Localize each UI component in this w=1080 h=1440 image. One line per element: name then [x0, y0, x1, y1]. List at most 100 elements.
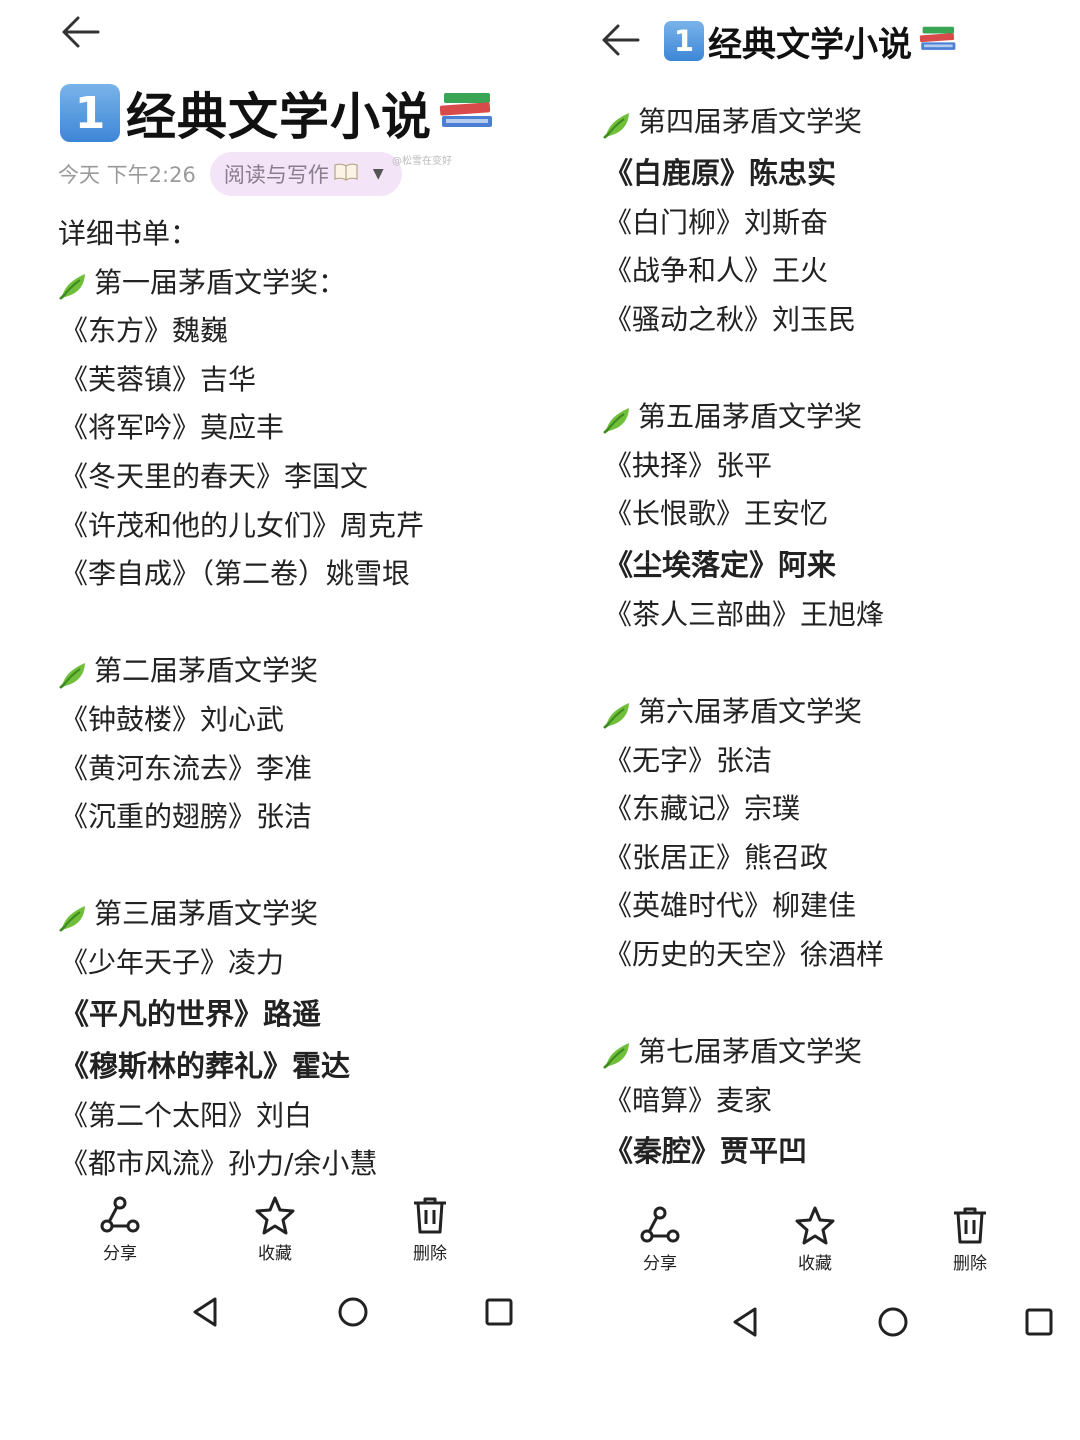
star-icon: [255, 1196, 295, 1235]
bottom-toolbar: 分享 收藏 删除: [0, 1195, 540, 1285]
book-item: 《茶人三部曲》王旭烽: [604, 597, 885, 631]
nav-recents-icon[interactable]: [1024, 1305, 1054, 1343]
book-item: 《黄河东流去》李准: [60, 751, 313, 785]
left-screen: 1 经典文学小说 今天 下午2:26 阅读与写作 ▼ @松雪在变好 详细书单： …: [0, 0, 540, 1440]
watermark: @松雪在变好: [392, 156, 452, 167]
book-item: 《沉重的翅膀》张洁: [60, 800, 313, 834]
nav-recents-icon[interactable]: [484, 1295, 514, 1333]
favorite-label: 收藏: [258, 1244, 292, 1264]
book-item: 《东藏记》宗璞: [604, 792, 801, 826]
book-list: 第四届茅盾文学奖 《白鹿原》陈忠实 《白门柳》刘斯奋 《战争和人》王火 《骚动之秋》刘玉…: [602, 98, 1070, 1177]
nav-home-icon[interactable]: [337, 1295, 369, 1333]
award-heading: 第六届茅盾文学奖: [602, 688, 1070, 737]
note-title: 1 经典文学小说: [60, 78, 498, 148]
back-arrow-icon[interactable]: [58, 12, 102, 52]
favorite-label: 收藏: [798, 1254, 832, 1274]
nav-back-icon[interactable]: [190, 1295, 220, 1333]
book-item: 《钟鼓楼》刘心武: [60, 702, 285, 736]
book-item: 《冬天里的春天》李国文: [60, 459, 369, 493]
note-body: 详细书单： 第一届茅盾文学奖： 《东方》魏巍 《芙蓉镇》吉华 《将军吟》莫应丰《冬天里…: [58, 210, 530, 1189]
delete-button[interactable]: 删除: [385, 1195, 475, 1264]
book-item: 《历史的天空》徐酒样: [604, 937, 885, 971]
award-heading-text: 第六届茅盾文学奖: [638, 694, 863, 728]
book-item: 《少年天子》凌力: [60, 945, 285, 979]
star-icon: [795, 1206, 835, 1245]
share-icon: [100, 1196, 140, 1233]
delete-button[interactable]: 删除: [925, 1205, 1015, 1274]
book-item-highlighted: 《穆斯林的葬礼》霍达: [60, 1048, 351, 1083]
nav-back-icon[interactable]: [730, 1305, 760, 1343]
number-one-emoji: 1: [664, 21, 704, 61]
bottom-toolbar: 分享 收藏 删除: [540, 1205, 1080, 1295]
award-heading: 第三届茅盾文学奖: [58, 890, 530, 939]
clipped-line: [602, 1177, 1070, 1191]
book-item: 《将军吟》莫应丰: [60, 411, 285, 445]
award-heading-text: 第一届茅盾文学奖：: [94, 265, 347, 299]
book-item: 《骚动之秋》刘玉民: [604, 302, 857, 336]
book-item: 《张居正》熊召政: [604, 840, 829, 874]
number-one-emoji: 1: [60, 84, 120, 142]
list-heading: 详细书单：: [58, 217, 199, 250]
leaf-icon: [602, 107, 634, 140]
chevron-down-icon: ▼: [372, 166, 384, 182]
leaf-icon: [58, 657, 90, 689]
nav-home-icon[interactable]: [877, 1305, 909, 1343]
book-item: 《东方》魏巍: [60, 314, 229, 348]
trash-icon: [954, 1207, 986, 1244]
book-item-highlighted: 《白鹿原》陈忠实: [604, 155, 837, 190]
note-title-text: 经典文学小说: [708, 24, 912, 65]
folder-name: 阅读与写作: [223, 163, 329, 187]
delete-label: 删除: [413, 1244, 447, 1264]
book-item: 《抉择》张平: [604, 448, 773, 482]
leaf-icon: [602, 1037, 634, 1070]
book-item-highlighted: 《尘埃落定》阿来: [604, 547, 837, 582]
share-button[interactable]: 分享: [75, 1195, 165, 1264]
trash-icon: [414, 1197, 446, 1234]
share-icon: [640, 1206, 680, 1243]
award-heading-text: 第二届茅盾文学奖: [94, 654, 319, 688]
note-title-text: 经典文学小说: [126, 88, 432, 146]
leaf-icon: [58, 268, 90, 300]
award-heading-text: 第五届茅盾文学奖: [638, 399, 863, 433]
book-item: 《芙蓉镇》吉华: [60, 362, 257, 396]
favorite-button[interactable]: 收藏: [230, 1195, 320, 1264]
award-heading-text: 第三届茅盾文学奖: [94, 897, 319, 931]
note-body: 第四届茅盾文学奖 《白鹿原》陈忠实 《白门柳》刘斯奋 《战争和人》王火 《骚动之秋》刘玉…: [602, 98, 1070, 1191]
note-title: 1 经典文学小说: [664, 20, 960, 65]
favorite-button[interactable]: 收藏: [770, 1205, 860, 1274]
book-item: 《暗算》麦家: [604, 1083, 773, 1117]
books-icon: [918, 24, 960, 58]
book-item-highlighted: 《秦腔》贾平凹: [604, 1134, 808, 1169]
award-heading-text: 第七届茅盾文学奖: [638, 1035, 863, 1069]
award-heading: 第五届茅盾文学奖: [602, 393, 1070, 442]
book-item: 《都市风流》孙力/余小慧: [60, 1147, 378, 1181]
book-item: 《白门柳》刘斯奋: [604, 205, 829, 239]
share-label: 分享: [643, 1254, 677, 1274]
note-meta: 今天 下午2:26 阅读与写作 ▼: [58, 152, 402, 196]
system-navbar: [0, 1295, 540, 1355]
right-screen: 1 经典文学小说 第四届茅盾文学奖 《白鹿原》陈忠实 《白门柳》刘斯奋 《战争和人》王…: [540, 0, 1080, 1440]
book-item: 《第二个太阳》刘白: [60, 1098, 313, 1132]
book-list: 第一届茅盾文学奖： 《东方》魏巍 《芙蓉镇》吉华 《将军吟》莫应丰《冬天里的春天》李国…: [58, 259, 530, 1189]
share-button[interactable]: 分享: [615, 1205, 705, 1274]
share-label: 分享: [103, 1244, 137, 1264]
open-book-icon: [333, 162, 359, 187]
system-navbar: [540, 1305, 1080, 1365]
book-item: 《长恨歌》王安忆: [604, 497, 829, 531]
timestamp: 今天 下午2:26: [58, 163, 196, 187]
leaf-icon: [602, 697, 634, 730]
award-heading: 第二届茅盾文学奖: [58, 647, 530, 696]
book-item-highlighted: 《平凡的世界》路遥: [60, 996, 322, 1031]
back-arrow-icon[interactable]: [598, 20, 642, 60]
book-item: 《许茂和他的儿女们》周克芹: [60, 508, 425, 542]
award-heading-text: 第四届茅盾文学奖: [638, 105, 863, 138]
award-heading: 第四届茅盾文学奖: [602, 98, 1070, 147]
award-heading: 第七届茅盾文学奖: [602, 1028, 1070, 1077]
leaf-icon: [602, 402, 634, 435]
folder-selector[interactable]: 阅读与写作 ▼: [209, 152, 402, 196]
